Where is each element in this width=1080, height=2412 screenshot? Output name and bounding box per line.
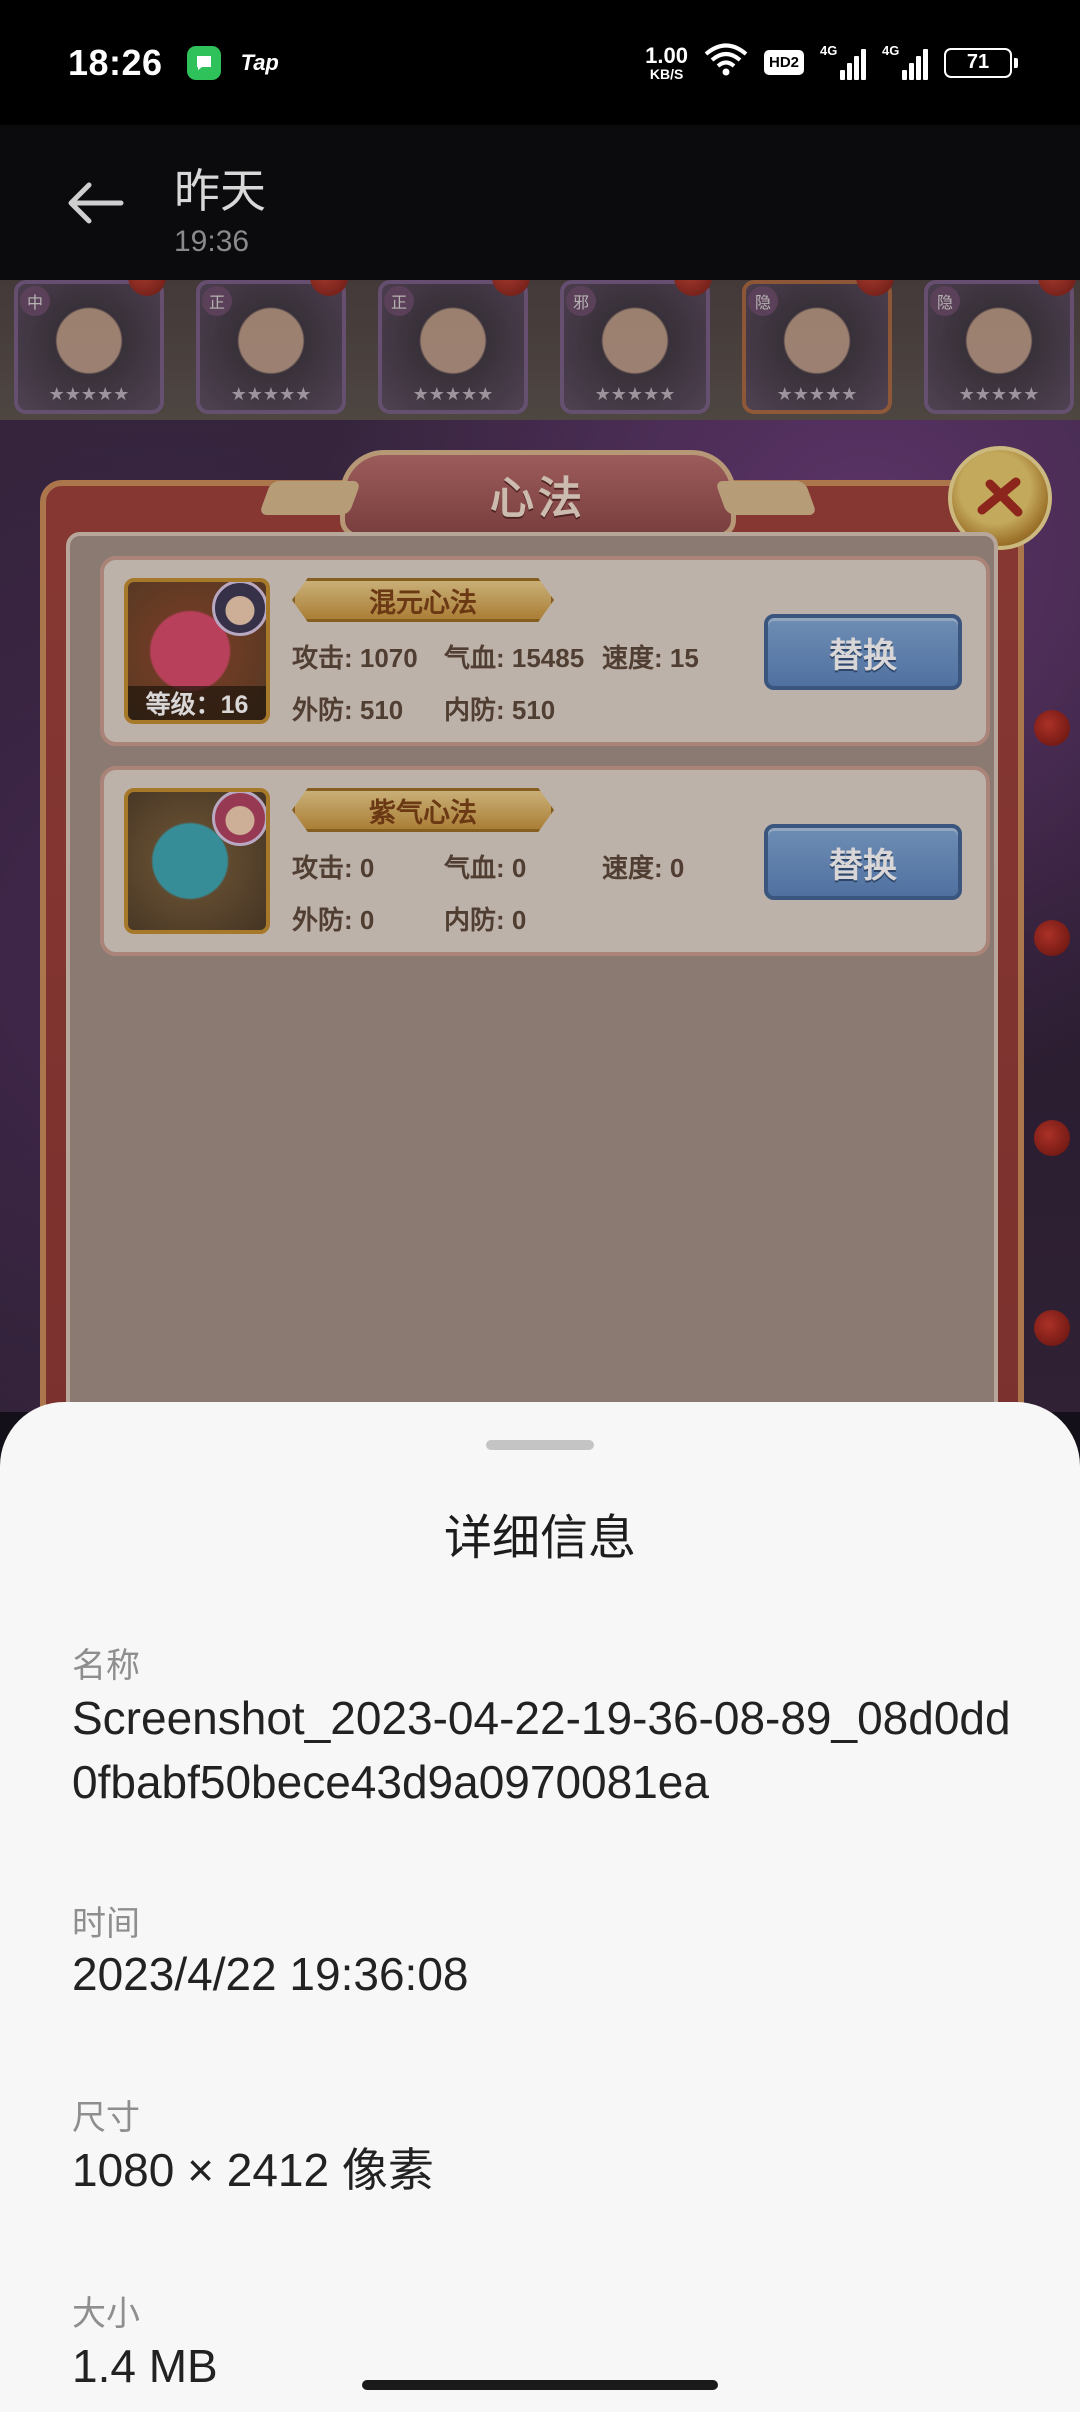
stat-outer-defense: 外防: 510 bbox=[292, 695, 404, 725]
manual-book-icon: 等级：16 bbox=[124, 578, 270, 724]
name-value: Screenshot_2023-04-22-19-36-08-89_08d0dd… bbox=[72, 1692, 1011, 1808]
sheet-drag-handle[interactable] bbox=[486, 1440, 594, 1450]
hd-badge: HD2 bbox=[763, 50, 804, 75]
panel-title: 心法 bbox=[490, 474, 586, 523]
hero-card: 隐 ★★★★★ bbox=[742, 280, 894, 414]
hero-stars: ★★★★★ bbox=[776, 384, 858, 404]
viewer-header: 昨天 19:36 bbox=[0, 125, 1080, 280]
details-sheet: 详细信息 名称 Screenshot_2023-04-22-19-36-08-8… bbox=[0, 1402, 1080, 2412]
decor-pin bbox=[1034, 1120, 1070, 1156]
hero-card: 正 ★★★★★ bbox=[196, 280, 348, 414]
time-label: 时间 bbox=[72, 1905, 140, 1943]
name-label: 名称 bbox=[72, 1647, 140, 1685]
network-speed-value: 1.00 bbox=[645, 42, 688, 68]
hero-faction: 隐 bbox=[748, 286, 778, 316]
manual-row: 紫气心法 攻击: 0 气血: 0 速度: 0 外防: 0 内防: 0 替换 bbox=[100, 766, 990, 956]
game-screenshot: 中 ★★★★★ 正 ★★★★★ 正 ★★★★★ 邪 ★★★★★ 隐 ★★★★★ … bbox=[0, 280, 1080, 1412]
tap-app-label: Tap bbox=[240, 49, 279, 75]
manual-name-plate: 紫气心法 bbox=[292, 788, 554, 832]
wifi-icon bbox=[704, 43, 748, 82]
hero-strip: 中 ★★★★★ 正 ★★★★★ 正 ★★★★★ 邪 ★★★★★ 隐 ★★★★★ … bbox=[0, 280, 1080, 420]
battery-level: 71 bbox=[966, 51, 990, 73]
stat-hp: 气血: 15485 bbox=[444, 643, 585, 673]
dimensions-value: 1080 × 2412 像素 bbox=[72, 2144, 434, 2196]
arrow-left-icon bbox=[68, 182, 124, 224]
battery-icon: 71 bbox=[944, 47, 1018, 78]
replace-button[interactable]: 替换 bbox=[764, 824, 962, 900]
hero-card: 隐 ★★★★★ bbox=[924, 280, 1076, 414]
signal-1-icon: 4G bbox=[820, 42, 866, 80]
signal-2-icon: 4G bbox=[882, 42, 928, 80]
stat-inner-defense: 内防: 510 bbox=[444, 695, 556, 725]
stat-attack: 攻击: 0 bbox=[292, 853, 375, 883]
stat-speed: 速度: 15 bbox=[602, 643, 699, 673]
filesize-label: 大小 bbox=[72, 2295, 140, 2333]
manual-name-plate: 混元心法 bbox=[292, 578, 554, 622]
stat-attack: 攻击: 1070 bbox=[292, 643, 418, 673]
decor-pin bbox=[1034, 710, 1070, 746]
back-button[interactable] bbox=[58, 173, 132, 233]
hero-card: 邪 ★★★★★ bbox=[560, 280, 712, 414]
stat-inner-defense: 内防: 0 bbox=[444, 905, 527, 935]
hero-faction: 正 bbox=[384, 286, 414, 316]
stat-hp: 气血: 0 bbox=[444, 853, 527, 883]
message-icon bbox=[186, 45, 221, 80]
panel-title-plate: 心法 bbox=[340, 450, 736, 538]
manual-book-icon bbox=[124, 788, 270, 934]
header-subtitle: 19:36 bbox=[174, 225, 250, 258]
hero-faction: 中 bbox=[20, 286, 50, 316]
decor-pin bbox=[1034, 920, 1070, 956]
stat-speed: 速度: 0 bbox=[602, 853, 685, 883]
hero-stars: ★★★★★ bbox=[230, 384, 312, 404]
avatar bbox=[212, 792, 266, 846]
hero-faction: 邪 bbox=[566, 286, 596, 316]
stat-outer-defense: 外防: 0 bbox=[292, 905, 375, 935]
signal-2-label: 4G bbox=[882, 42, 900, 58]
hero-card: 正 ★★★★★ bbox=[378, 280, 530, 414]
home-indicator[interactable] bbox=[362, 2380, 718, 2390]
avatar bbox=[212, 582, 266, 636]
time-value: 2023/4/22 19:36:08 bbox=[72, 1948, 469, 2000]
network-speed: 1.00 KB/S bbox=[645, 42, 688, 82]
sheet-title: 详细信息 bbox=[443, 1512, 636, 1565]
manual-name: 紫气心法 bbox=[369, 797, 477, 828]
manual-level: 等级：16 bbox=[128, 686, 266, 720]
replace-button-label: 替换 bbox=[829, 636, 897, 675]
status-time: 18:26 bbox=[68, 41, 163, 83]
manual-panel: 心法 等级：16 混元心法 攻击: 1070 气血: 15485 速度: 15 … bbox=[40, 446, 1052, 1412]
hero-faction: 隐 bbox=[930, 286, 960, 316]
hero-stars: ★★★★★ bbox=[412, 384, 494, 404]
hero-card: 中 ★★★★★ bbox=[14, 280, 166, 414]
replace-button[interactable]: 替换 bbox=[764, 614, 962, 690]
hero-stars: ★★★★★ bbox=[958, 384, 1040, 404]
decor-pin bbox=[1034, 1310, 1070, 1346]
network-speed-unit: KB/S bbox=[649, 65, 684, 82]
panel-content: 等级：16 混元心法 攻击: 1070 气血: 15485 速度: 15 外防:… bbox=[66, 532, 998, 1412]
manual-name: 混元心法 bbox=[369, 587, 477, 618]
close-icon bbox=[977, 477, 1023, 517]
manual-row: 等级：16 混元心法 攻击: 1070 气血: 15485 速度: 15 外防:… bbox=[100, 556, 990, 746]
dimensions-label: 尺寸 bbox=[72, 2099, 140, 2137]
status-bar: 18:26 Tap 1.00 KB/S HD2 4G 4G 71 bbox=[0, 0, 1080, 125]
signal-1-label: 4G bbox=[820, 42, 838, 58]
replace-button-label: 替换 bbox=[829, 846, 897, 885]
filesize-value: 1.4 MB bbox=[72, 2340, 218, 2392]
hero-faction: 正 bbox=[202, 286, 232, 316]
hero-stars: ★★★★★ bbox=[594, 384, 676, 404]
hero-stars: ★★★★★ bbox=[48, 384, 130, 404]
header-title: 昨天 bbox=[174, 165, 266, 217]
